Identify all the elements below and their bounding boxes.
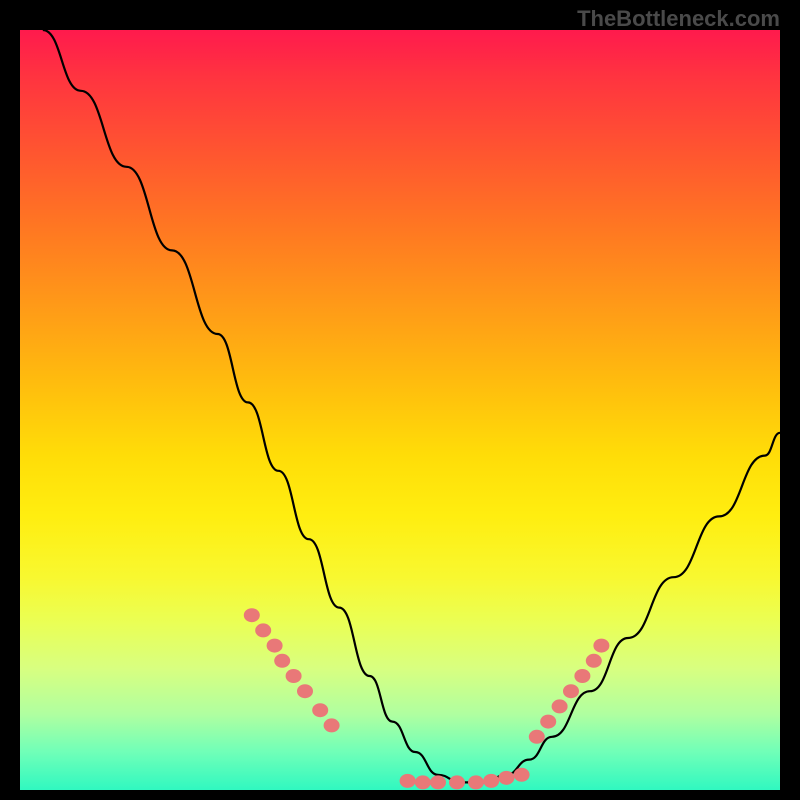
bottleneck-curve bbox=[43, 30, 780, 782]
data-marker bbox=[449, 775, 465, 789]
data-marker bbox=[498, 771, 514, 785]
marker-cluster-bottom bbox=[400, 768, 530, 790]
data-marker bbox=[563, 684, 579, 698]
data-marker bbox=[297, 684, 313, 698]
data-marker bbox=[312, 703, 328, 717]
data-marker bbox=[415, 775, 431, 789]
data-marker bbox=[529, 730, 545, 744]
chart-overlay bbox=[20, 30, 780, 790]
data-marker bbox=[274, 654, 290, 668]
data-marker bbox=[574, 669, 590, 683]
data-marker bbox=[514, 768, 530, 782]
data-marker bbox=[483, 774, 499, 788]
data-marker bbox=[324, 718, 340, 732]
marker-cluster-left bbox=[244, 608, 340, 732]
data-marker bbox=[586, 654, 602, 668]
data-marker bbox=[468, 775, 484, 789]
data-marker bbox=[552, 699, 568, 713]
data-marker bbox=[267, 639, 283, 653]
data-marker bbox=[540, 715, 556, 729]
chart-container bbox=[20, 30, 780, 790]
data-marker bbox=[286, 669, 302, 683]
data-marker bbox=[400, 774, 416, 788]
data-marker bbox=[244, 608, 260, 622]
data-marker bbox=[255, 623, 271, 637]
marker-cluster-right bbox=[529, 639, 610, 744]
watermark-text: TheBottleneck.com bbox=[577, 6, 780, 32]
data-marker bbox=[430, 775, 446, 789]
plot-area bbox=[20, 30, 780, 790]
data-marker bbox=[593, 639, 609, 653]
